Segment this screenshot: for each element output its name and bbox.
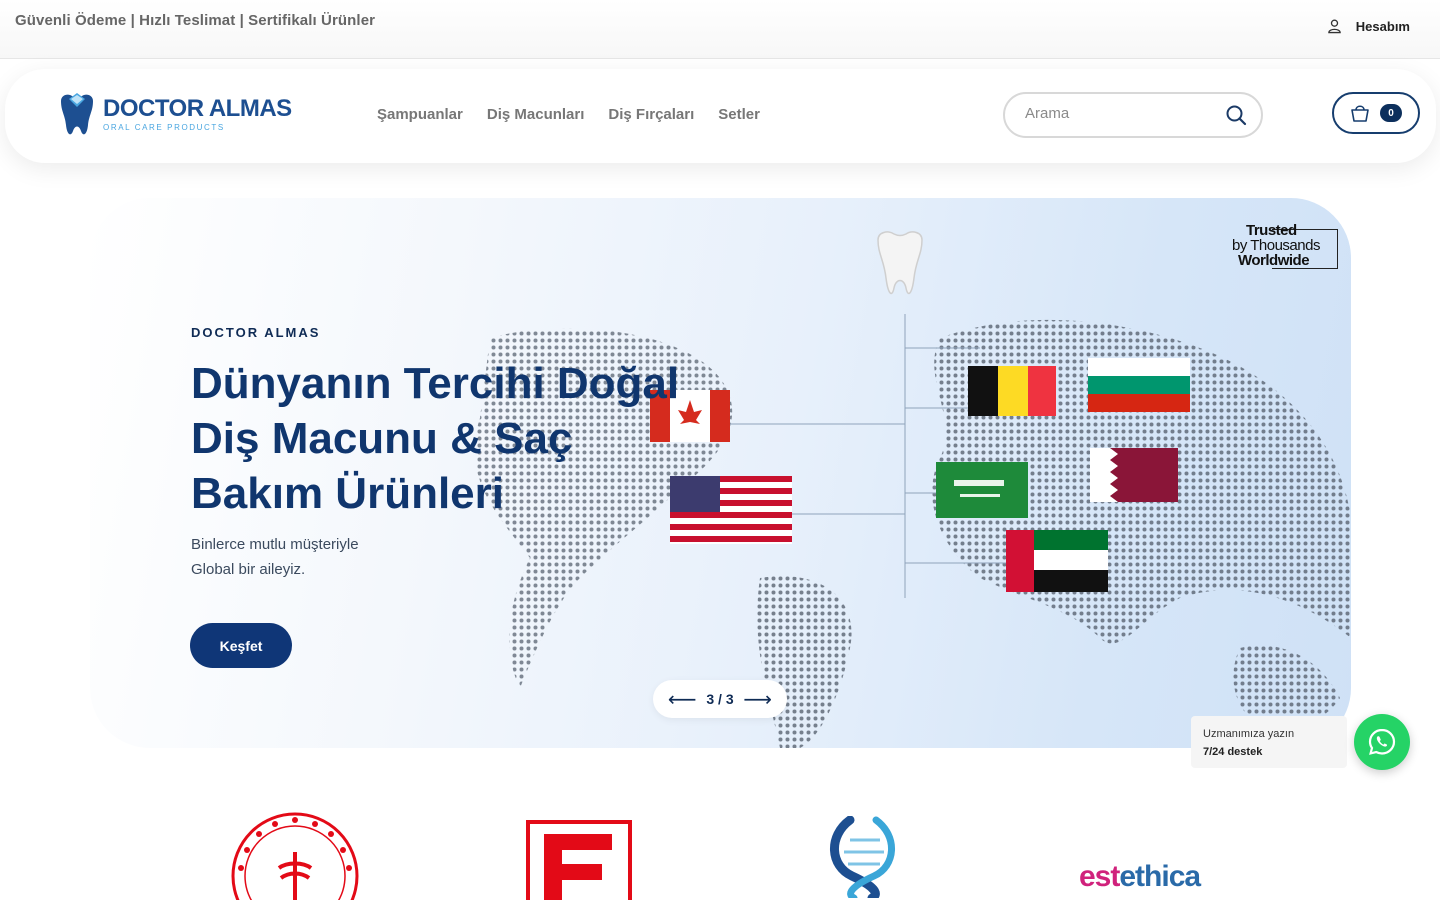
flag-saudi-arabia bbox=[936, 462, 1028, 518]
hero-kicker: DOCTOR ALMAS bbox=[191, 325, 321, 340]
whatsapp-icon bbox=[1368, 728, 1396, 755]
promo-text: Güvenli Ödeme | Hızlı Teslimat | Sertifi… bbox=[15, 12, 376, 29]
account-link[interactable]: Hesabım bbox=[1327, 18, 1410, 34]
flag-uae bbox=[1006, 530, 1108, 592]
search-box bbox=[1003, 92, 1263, 138]
top-bar: Güvenli Ödeme | Hızlı Teslimat | Sertifi… bbox=[0, 0, 1440, 59]
nav-item-dis-fircalari[interactable]: Diş Fırçaları bbox=[608, 106, 694, 123]
site-logo[interactable]: DOCTOR ALMAS ORAL CARE PRODUCTS bbox=[57, 91, 292, 139]
main-header: DOCTOR ALMAS ORAL CARE PRODUCTS Şampuanl… bbox=[5, 69, 1436, 163]
search-input[interactable] bbox=[1025, 105, 1215, 122]
whatsapp-button[interactable] bbox=[1354, 714, 1410, 770]
shopping-bag-icon bbox=[1351, 105, 1369, 122]
whatsapp-line-1: Uzmanımıza yazın bbox=[1203, 728, 1295, 740]
dna-brand-logo bbox=[830, 816, 895, 898]
logo-brand: DOCTOR ALMAS bbox=[103, 95, 292, 122]
account-label: Hesabım bbox=[1355, 18, 1410, 34]
tooth-logo-icon bbox=[61, 93, 93, 135]
prev-arrow-icon[interactable]: ⟵ bbox=[668, 687, 697, 712]
discover-button[interactable]: Keşfet bbox=[190, 623, 292, 668]
search-icon[interactable] bbox=[1225, 104, 1247, 126]
next-arrow-icon[interactable]: ⟶ bbox=[743, 687, 772, 712]
hero-desc-line-2: Global bir aileyiz. bbox=[191, 561, 306, 578]
estethica-logo: estethica bbox=[1079, 860, 1201, 894]
saglik-bakanligi-logo bbox=[231, 812, 359, 900]
main-nav: Şampuanlar Diş Macunları Diş Fırçaları S… bbox=[377, 106, 760, 123]
f-certificate-logo bbox=[526, 820, 632, 900]
whatsapp-bubble[interactable]: Uzmanımıza yazın 7/24 destek bbox=[1191, 716, 1347, 768]
logo-subtitle: ORAL CARE PRODUCTS bbox=[103, 123, 225, 132]
cart-count-badge: 0 bbox=[1380, 104, 1402, 122]
trusted-line-3: Worldwide bbox=[1238, 252, 1310, 269]
slider-pager: ⟵ 3 / 3 ⟶ bbox=[653, 680, 787, 718]
flag-bulgaria bbox=[1088, 358, 1190, 412]
trusted-badge: Trusted by Thousands Worldwide bbox=[1232, 222, 1338, 269]
nav-item-setler[interactable]: Setler bbox=[718, 106, 760, 123]
flag-qatar bbox=[1090, 448, 1178, 502]
hero-title: Dünyanın Tercihi Doğal Diş Macunu & Saç … bbox=[191, 359, 680, 518]
hero-desc-line-1: Binlerce mutlu müşteriyle bbox=[191, 536, 359, 553]
whatsapp-line-2: 7/24 destek bbox=[1203, 746, 1263, 758]
cart-button[interactable]: 0 bbox=[1332, 92, 1420, 134]
hero-description: Binlerce mutlu müşteriyle Global bir ail… bbox=[191, 532, 359, 582]
flag-belgium bbox=[968, 366, 1056, 416]
certifications-strip: estethica bbox=[0, 800, 1440, 900]
user-icon bbox=[1328, 19, 1341, 34]
estethica-part-2: ethica bbox=[1119, 860, 1201, 893]
estethica-part-1: est bbox=[1079, 860, 1120, 893]
nav-item-sampuanlar[interactable]: Şampuanlar bbox=[377, 106, 463, 123]
hero-slider: Trusted by Thousands Worldwide DOCTOR AL… bbox=[90, 198, 1351, 748]
nav-item-dis-macunlari[interactable]: Diş Macunları bbox=[487, 106, 585, 123]
slide-counter: 3 / 3 bbox=[706, 691, 734, 707]
